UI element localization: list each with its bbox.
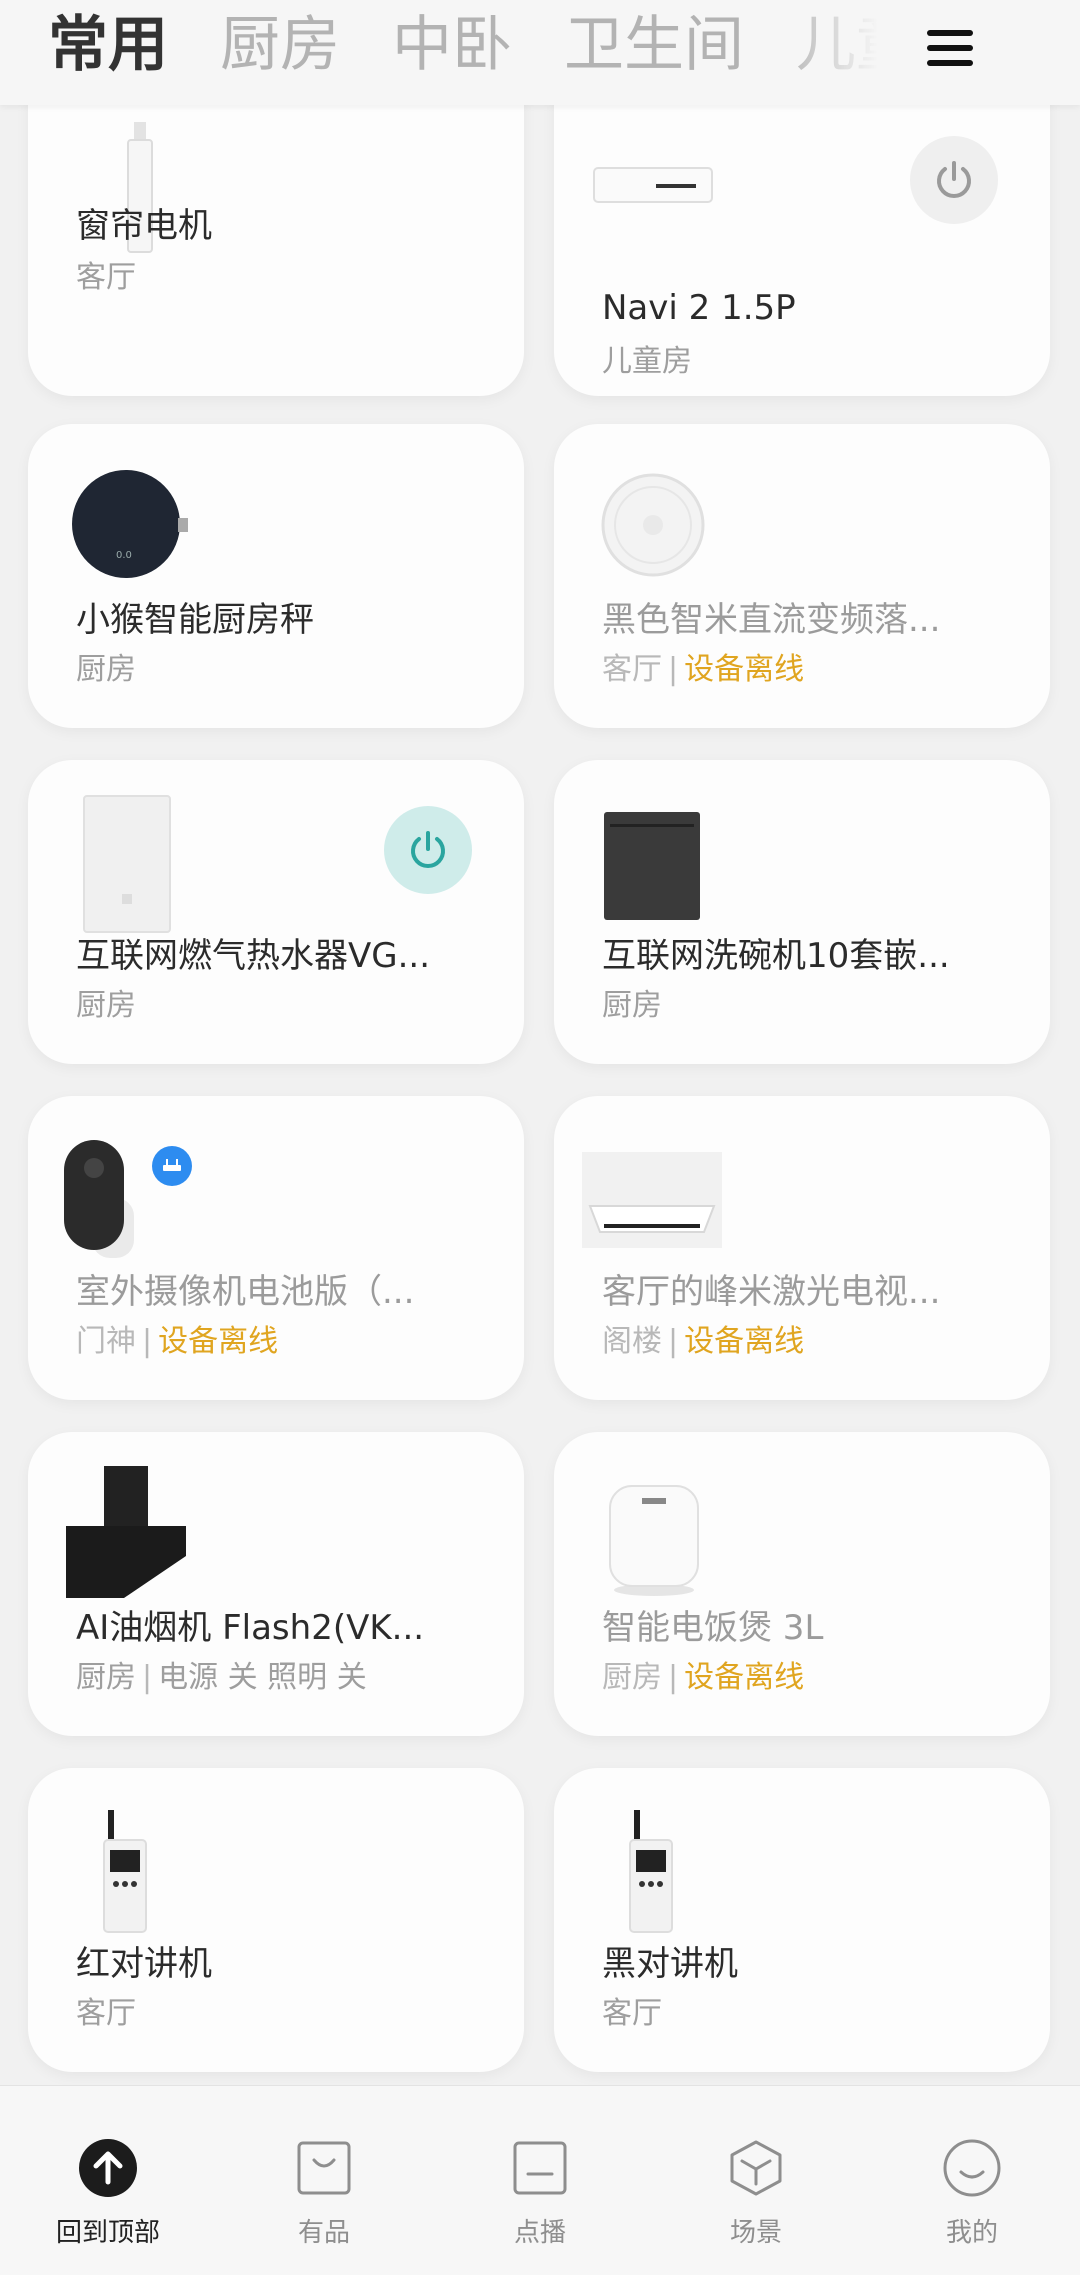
device-card-camera[interactable]: 室外摄像机电池版（... 门神 | 设备离线: [28, 1096, 524, 1400]
water-heater-image: [83, 795, 171, 933]
device-name: 互联网燃气热水器VG...: [76, 936, 431, 976]
device-room: 厨房: [76, 652, 136, 687]
router-badge-icon: [152, 1146, 192, 1186]
room-tabs: 常用 厨房 中卧 卫生间 儿童房: [48, 0, 878, 90]
tab-favorites[interactable]: 常用: [48, 15, 168, 75]
device-name: 黑对讲机: [602, 1944, 738, 1984]
device-name: AI油烟机 Flash2(VK...: [76, 1608, 425, 1648]
device-room: 客厅: [602, 1996, 662, 2031]
top-tab-bar: 常用 厨房 中卧 卫生间 儿童房: [0, 0, 1080, 105]
device-room: 客厅: [76, 260, 136, 295]
tv-icon: [513, 2141, 567, 2195]
device-status-line: 厨房 | 设备离线: [602, 1660, 805, 1695]
kitchen-scale-image: 0.0: [72, 470, 188, 578]
tab-middle-bedroom[interactable]: 中卧: [392, 15, 512, 75]
device-name: 黑色智米直流变频落...: [602, 600, 941, 640]
device-name: 窗帘电机: [76, 206, 212, 246]
nav-back-to-top[interactable]: 回到顶部: [28, 2136, 188, 2249]
device-name: Navi 2 1.5P: [602, 288, 796, 328]
device-name: 互联网洗碗机10套嵌...: [602, 936, 950, 976]
air-conditioner-image: [593, 167, 713, 203]
shopping-bag-icon: [297, 2141, 351, 2195]
device-room: 儿童房: [602, 344, 692, 379]
device-card-range-hood[interactable]: AI油烟机 Flash2(VK... 厨房 | 电源 关 照明 关: [28, 1432, 524, 1736]
device-card-rice-cooker[interactable]: 智能电饭煲 3L 厨房 | 设备离线: [554, 1432, 1050, 1736]
nav-profile[interactable]: 我的: [892, 2136, 1052, 2249]
walkie-talkie-image: [103, 1810, 147, 1933]
device-card-curtain[interactable]: 窗帘电机 客厅: [28, 92, 524, 396]
device-name: 室外摄像机电池版（...: [76, 1272, 415, 1312]
nav-youpin[interactable]: 有品: [244, 2136, 404, 2249]
dishwasher-image: [604, 812, 700, 920]
device-status-line: 客厅 | 设备离线: [602, 652, 805, 687]
device-card-scale[interactable]: 0.0 小猴智能厨房秤 厨房: [28, 424, 524, 728]
device-name: 客厅的峰米激光电视...: [602, 1272, 941, 1312]
device-card-water-heater[interactable]: 互联网燃气热水器VG... 厨房: [28, 760, 524, 1064]
device-name: 红对讲机: [76, 1944, 212, 1984]
tab-kitchen[interactable]: 厨房: [220, 15, 340, 75]
tab-kids-room[interactable]: 儿童房: [796, 15, 878, 75]
device-card-walkie-red[interactable]: 红对讲机 客厅: [28, 1768, 524, 2072]
device-name: 小猴智能厨房秤: [76, 600, 314, 640]
arrow-up-icon: [79, 2139, 137, 2197]
tab-bathroom[interactable]: 卫生间: [564, 15, 744, 75]
svg-text:0.0: 0.0: [116, 550, 132, 561]
device-card-dishwasher[interactable]: 互联网洗碗机10套嵌... 厨房: [554, 760, 1050, 1064]
walkie-talkie-image: [629, 1810, 673, 1933]
device-card-walkie-black[interactable]: 黑对讲机 客厅: [554, 1768, 1050, 2072]
device-status-line: 厨房 | 电源 关 照明 关: [76, 1660, 367, 1695]
device-card-ac[interactable]: Navi 2 1.5P 儿童房: [554, 92, 1050, 396]
cube-icon: [730, 2140, 782, 2196]
nav-on-demand[interactable]: 点播: [460, 2136, 620, 2249]
device-status-line: 门神 | 设备离线: [76, 1324, 279, 1359]
device-room: 厨房: [602, 988, 662, 1023]
rice-cooker-image: [609, 1485, 699, 1596]
device-room: 客厅: [76, 1996, 136, 2031]
device-card-fan[interactable]: 黑色智米直流变频落... 客厅 | 设备离线: [554, 424, 1050, 728]
laser-tv-image: [582, 1152, 722, 1248]
power-button[interactable]: [910, 136, 998, 224]
fan-image: [601, 473, 705, 577]
power-button[interactable]: [384, 806, 472, 894]
device-room: 厨房: [76, 988, 136, 1023]
smile-icon: [943, 2139, 1001, 2197]
range-hood-image: [66, 1466, 186, 1598]
device-name: 智能电饭煲 3L: [602, 1608, 824, 1648]
bottom-nav: 回到顶部 有品 点播 场景 我的: [0, 2085, 1080, 2275]
device-status-line: 阁楼 | 设备离线: [602, 1324, 805, 1359]
nav-scenes[interactable]: 场景: [676, 2136, 836, 2249]
device-card-laser-tv[interactable]: 客厅的峰米激光电视... 阁楼 | 设备离线: [554, 1096, 1050, 1400]
power-icon: [411, 831, 445, 868]
menu-icon[interactable]: [920, 18, 980, 78]
camera-image: [64, 1140, 134, 1258]
power-icon: [937, 161, 971, 198]
